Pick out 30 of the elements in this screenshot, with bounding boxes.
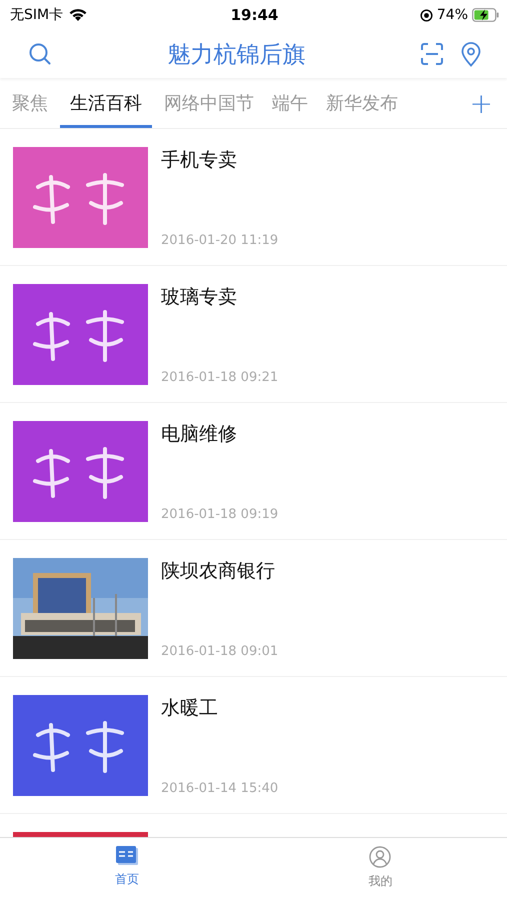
tab-bar-item[interactable]: 首页 bbox=[0, 838, 254, 900]
article-title[interactable]: 电脑维修 bbox=[161, 421, 495, 447]
battery-charging-icon bbox=[472, 8, 499, 22]
channel-tab[interactable]: 新华发布 bbox=[320, 81, 404, 128]
location-pin-icon[interactable] bbox=[461, 42, 481, 66]
article-date: 2016-01-18 09:21 bbox=[161, 370, 280, 385]
newspaper-icon bbox=[116, 846, 138, 866]
scan-icon[interactable] bbox=[421, 43, 443, 65]
carrier-label: 无SIM卡 bbox=[10, 6, 64, 24]
channel-tab[interactable]: 生活百科 bbox=[60, 81, 152, 128]
user-icon bbox=[369, 846, 392, 868]
search-icon[interactable] bbox=[28, 42, 52, 66]
channel-tab[interactable]: 端午 bbox=[266, 81, 314, 128]
article-date: 2016-01-14 15:40 bbox=[161, 781, 280, 796]
app-title: 魅力杭锦后旗 bbox=[166, 40, 306, 70]
article-title[interactable]: 玻璃专卖 bbox=[161, 284, 495, 310]
clock-time: 19:44 bbox=[230, 6, 278, 24]
add-channel-button[interactable]: + bbox=[462, 78, 507, 128]
article-title[interactable]: 手机专卖 bbox=[161, 147, 495, 173]
article-date: 2016-01-18 09:19 bbox=[161, 507, 280, 522]
article-date: 2016-01-20 11:19 bbox=[161, 233, 280, 248]
wifi-icon bbox=[69, 8, 88, 22]
article-title[interactable]: 陕坝农商银行 bbox=[161, 558, 495, 584]
battery-percent: 74% bbox=[436, 7, 468, 23]
article-date: 2016-01-18 09:01 bbox=[161, 644, 280, 659]
channel-tab[interactable]: 聚焦 bbox=[6, 81, 54, 128]
tab-bar-item[interactable]: 我的 bbox=[254, 838, 507, 900]
orientation-lock-icon bbox=[420, 8, 433, 22]
article-title[interactable]: 水暖工 bbox=[161, 695, 495, 721]
channel-tab[interactable]: 网络中国节 bbox=[158, 81, 260, 128]
